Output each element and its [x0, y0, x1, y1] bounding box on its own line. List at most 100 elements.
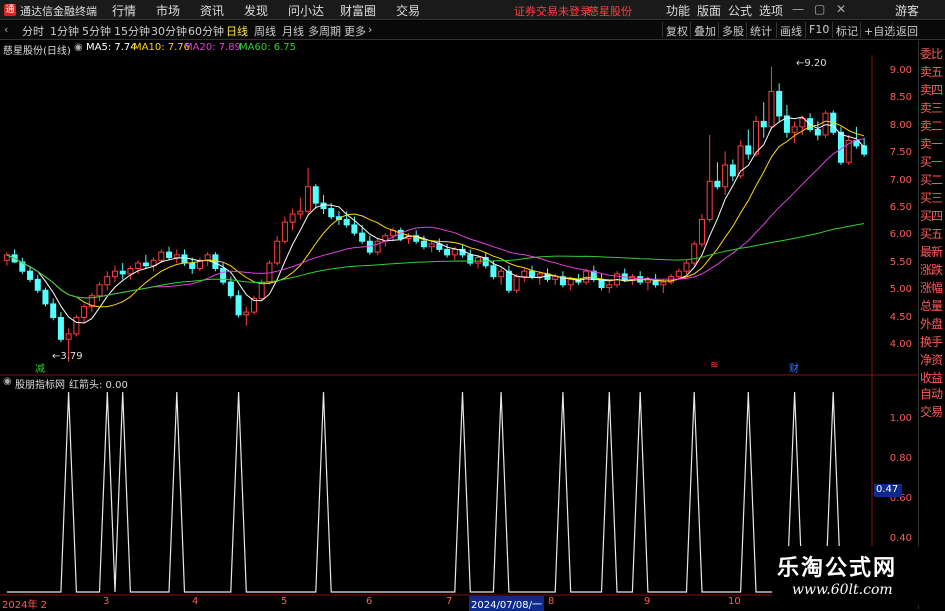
candle-up: [111, 270, 118, 278]
sidebar-item-bid4[interactable]: 买四: [920, 207, 945, 225]
menu-options[interactable]: 选项: [759, 2, 783, 19]
candle-up: [289, 213, 296, 223]
sidebar-item-outer-volume[interactable]: 外盘: [920, 315, 945, 333]
candle-down: [814, 129, 821, 136]
date-label-oct: 10: [728, 596, 741, 607]
menu-trade[interactable]: 交易: [396, 2, 420, 19]
ma10-line: [6, 120, 865, 308]
candle-up: [791, 126, 798, 133]
tab-more[interactable]: 更多: [344, 23, 366, 39]
reduce-holding-marker[interactable]: 减: [35, 360, 45, 375]
candle-down: [776, 90, 783, 117]
candle-up: [552, 276, 559, 280]
tab-monthly[interactable]: 月线: [282, 23, 304, 39]
sidebar-item-auto[interactable]: 自动: [920, 385, 945, 403]
candle-down: [729, 164, 736, 177]
menu-market[interactable]: 市场: [156, 2, 180, 19]
tab-30min[interactable]: 30分钟: [151, 23, 187, 39]
tab-intraday[interactable]: 分时: [22, 23, 44, 39]
multi-stock-button[interactable]: 多股: [718, 22, 747, 38]
candle-down: [359, 232, 366, 242]
kline-chart[interactable]: [0, 41, 918, 596]
date-label-mar: 3: [103, 596, 110, 607]
more-arrow-icon[interactable]: ›: [368, 23, 372, 36]
sidebar-item-ask1[interactable]: 卖一: [920, 135, 945, 153]
candle-up: [536, 273, 543, 278]
back-button[interactable]: 返回: [892, 22, 921, 38]
sidebar-item-ask4[interactable]: 卖四: [920, 81, 945, 99]
quote-sidebar: 委比 卖五 卖四 卖三 卖二 卖一 买一 买二 买三 买四 买五 最新 涨跌 涨…: [918, 41, 945, 609]
date-label-sep: 9: [644, 596, 651, 607]
sidebar-item-ask2[interactable]: 卖二: [920, 117, 945, 135]
candle-down: [505, 270, 512, 291]
tab-15min[interactable]: 15分钟: [114, 23, 150, 39]
sidebar-item-trade[interactable]: 交易: [920, 403, 945, 421]
candle-up: [428, 243, 435, 248]
current-stock-link[interactable]: 慈星股份: [588, 3, 632, 19]
tab-60min[interactable]: 60分钟: [188, 23, 224, 39]
tab-1min[interactable]: 1分钟: [50, 23, 79, 39]
candle-up: [158, 251, 165, 261]
sidebar-item-net-assets[interactable]: 净资: [920, 351, 945, 369]
candle-up: [521, 270, 528, 278]
sidebar-item-ask3[interactable]: 卖三: [920, 99, 945, 117]
mark-button[interactable]: 标记: [832, 22, 861, 38]
candle-up: [799, 118, 806, 128]
watermark-title: 乐淘公式网: [777, 556, 898, 581]
candle-down: [34, 278, 41, 291]
tab-weekly[interactable]: 周线: [254, 23, 276, 39]
adjust-rights-button[interactable]: 复权: [662, 22, 691, 38]
menu-news[interactable]: 资讯: [200, 2, 224, 19]
period-toolbar: ‹ 分时 1分钟 5分钟 15分钟 30分钟 60分钟 日线 周线 月线 多周期…: [0, 21, 945, 40]
sidebar-item-latest[interactable]: 最新: [920, 243, 945, 261]
indicator-settings-icon[interactable]: ◉: [3, 376, 12, 387]
sidebar-item-bid2[interactable]: 买二: [920, 171, 945, 189]
candle-up: [305, 186, 312, 212]
tab-5min[interactable]: 5分钟: [82, 23, 111, 39]
candle-up: [722, 164, 729, 188]
tab-multi-period[interactable]: 多周期: [308, 23, 341, 39]
sidebar-item-ask5[interactable]: 卖五: [920, 63, 945, 81]
candle-down: [42, 289, 49, 305]
menu-wealth-circle[interactable]: 财富圈: [340, 2, 376, 19]
candle-down: [220, 267, 227, 283]
draw-line-button[interactable]: 画线: [776, 22, 805, 38]
f10-button[interactable]: F10: [805, 22, 832, 38]
site-watermark: 乐淘公式网 www.60lt.com: [772, 546, 942, 606]
candle-up: [65, 333, 72, 340]
candle-down: [50, 303, 57, 319]
candle-up: [513, 276, 520, 291]
guest-account[interactable]: 游客: [895, 2, 919, 19]
tabs-left-arrow-icon[interactable]: ‹: [4, 23, 8, 36]
sidebar-item-change-pct[interactable]: 涨幅: [920, 279, 945, 297]
sidebar-item-bid1[interactable]: 买一: [920, 153, 945, 171]
maximize-icon[interactable]: ▢: [814, 2, 825, 16]
indicator-value: 红箭头: 0.00: [69, 380, 128, 391]
tab-daily[interactable]: 日线: [226, 23, 248, 39]
candle-down: [351, 224, 358, 234]
sidebar-item-change[interactable]: 涨跌: [920, 261, 945, 279]
event-marker[interactable]: ≋: [710, 360, 718, 371]
candle-up: [73, 317, 80, 335]
menu-formula[interactable]: 公式: [728, 2, 752, 19]
minimize-icon[interactable]: —: [792, 2, 804, 16]
menu-discover[interactable]: 发现: [244, 2, 268, 19]
candle-up: [135, 262, 142, 269]
sidebar-item-bid5[interactable]: 买五: [920, 225, 945, 243]
candle-up: [660, 281, 667, 286]
trade-login-status[interactable]: 证券交易未登录: [514, 3, 591, 19]
sidebar-item-turnover[interactable]: 换手: [920, 333, 945, 351]
overlay-button[interactable]: 叠加: [690, 22, 719, 38]
price-tick-500: 5.00: [889, 284, 912, 295]
statistics-button[interactable]: 统计: [746, 22, 775, 38]
sidebar-item-commission-ratio[interactable]: 委比: [920, 45, 945, 63]
sidebar-item-bid3[interactable]: 买三: [920, 189, 945, 207]
sidebar-item-volume[interactable]: 总量: [920, 297, 945, 315]
menu-function[interactable]: 功能: [666, 2, 690, 19]
app-title: 通达信金融终端: [20, 5, 97, 18]
close-icon[interactable]: ✕: [836, 2, 846, 16]
menu-layout[interactable]: 版面: [697, 2, 721, 19]
finance-report-marker[interactable]: 财: [789, 360, 799, 375]
menu-ask-xiaoda[interactable]: 问小达: [288, 2, 324, 19]
menu-quotes[interactable]: 行情: [112, 2, 136, 19]
